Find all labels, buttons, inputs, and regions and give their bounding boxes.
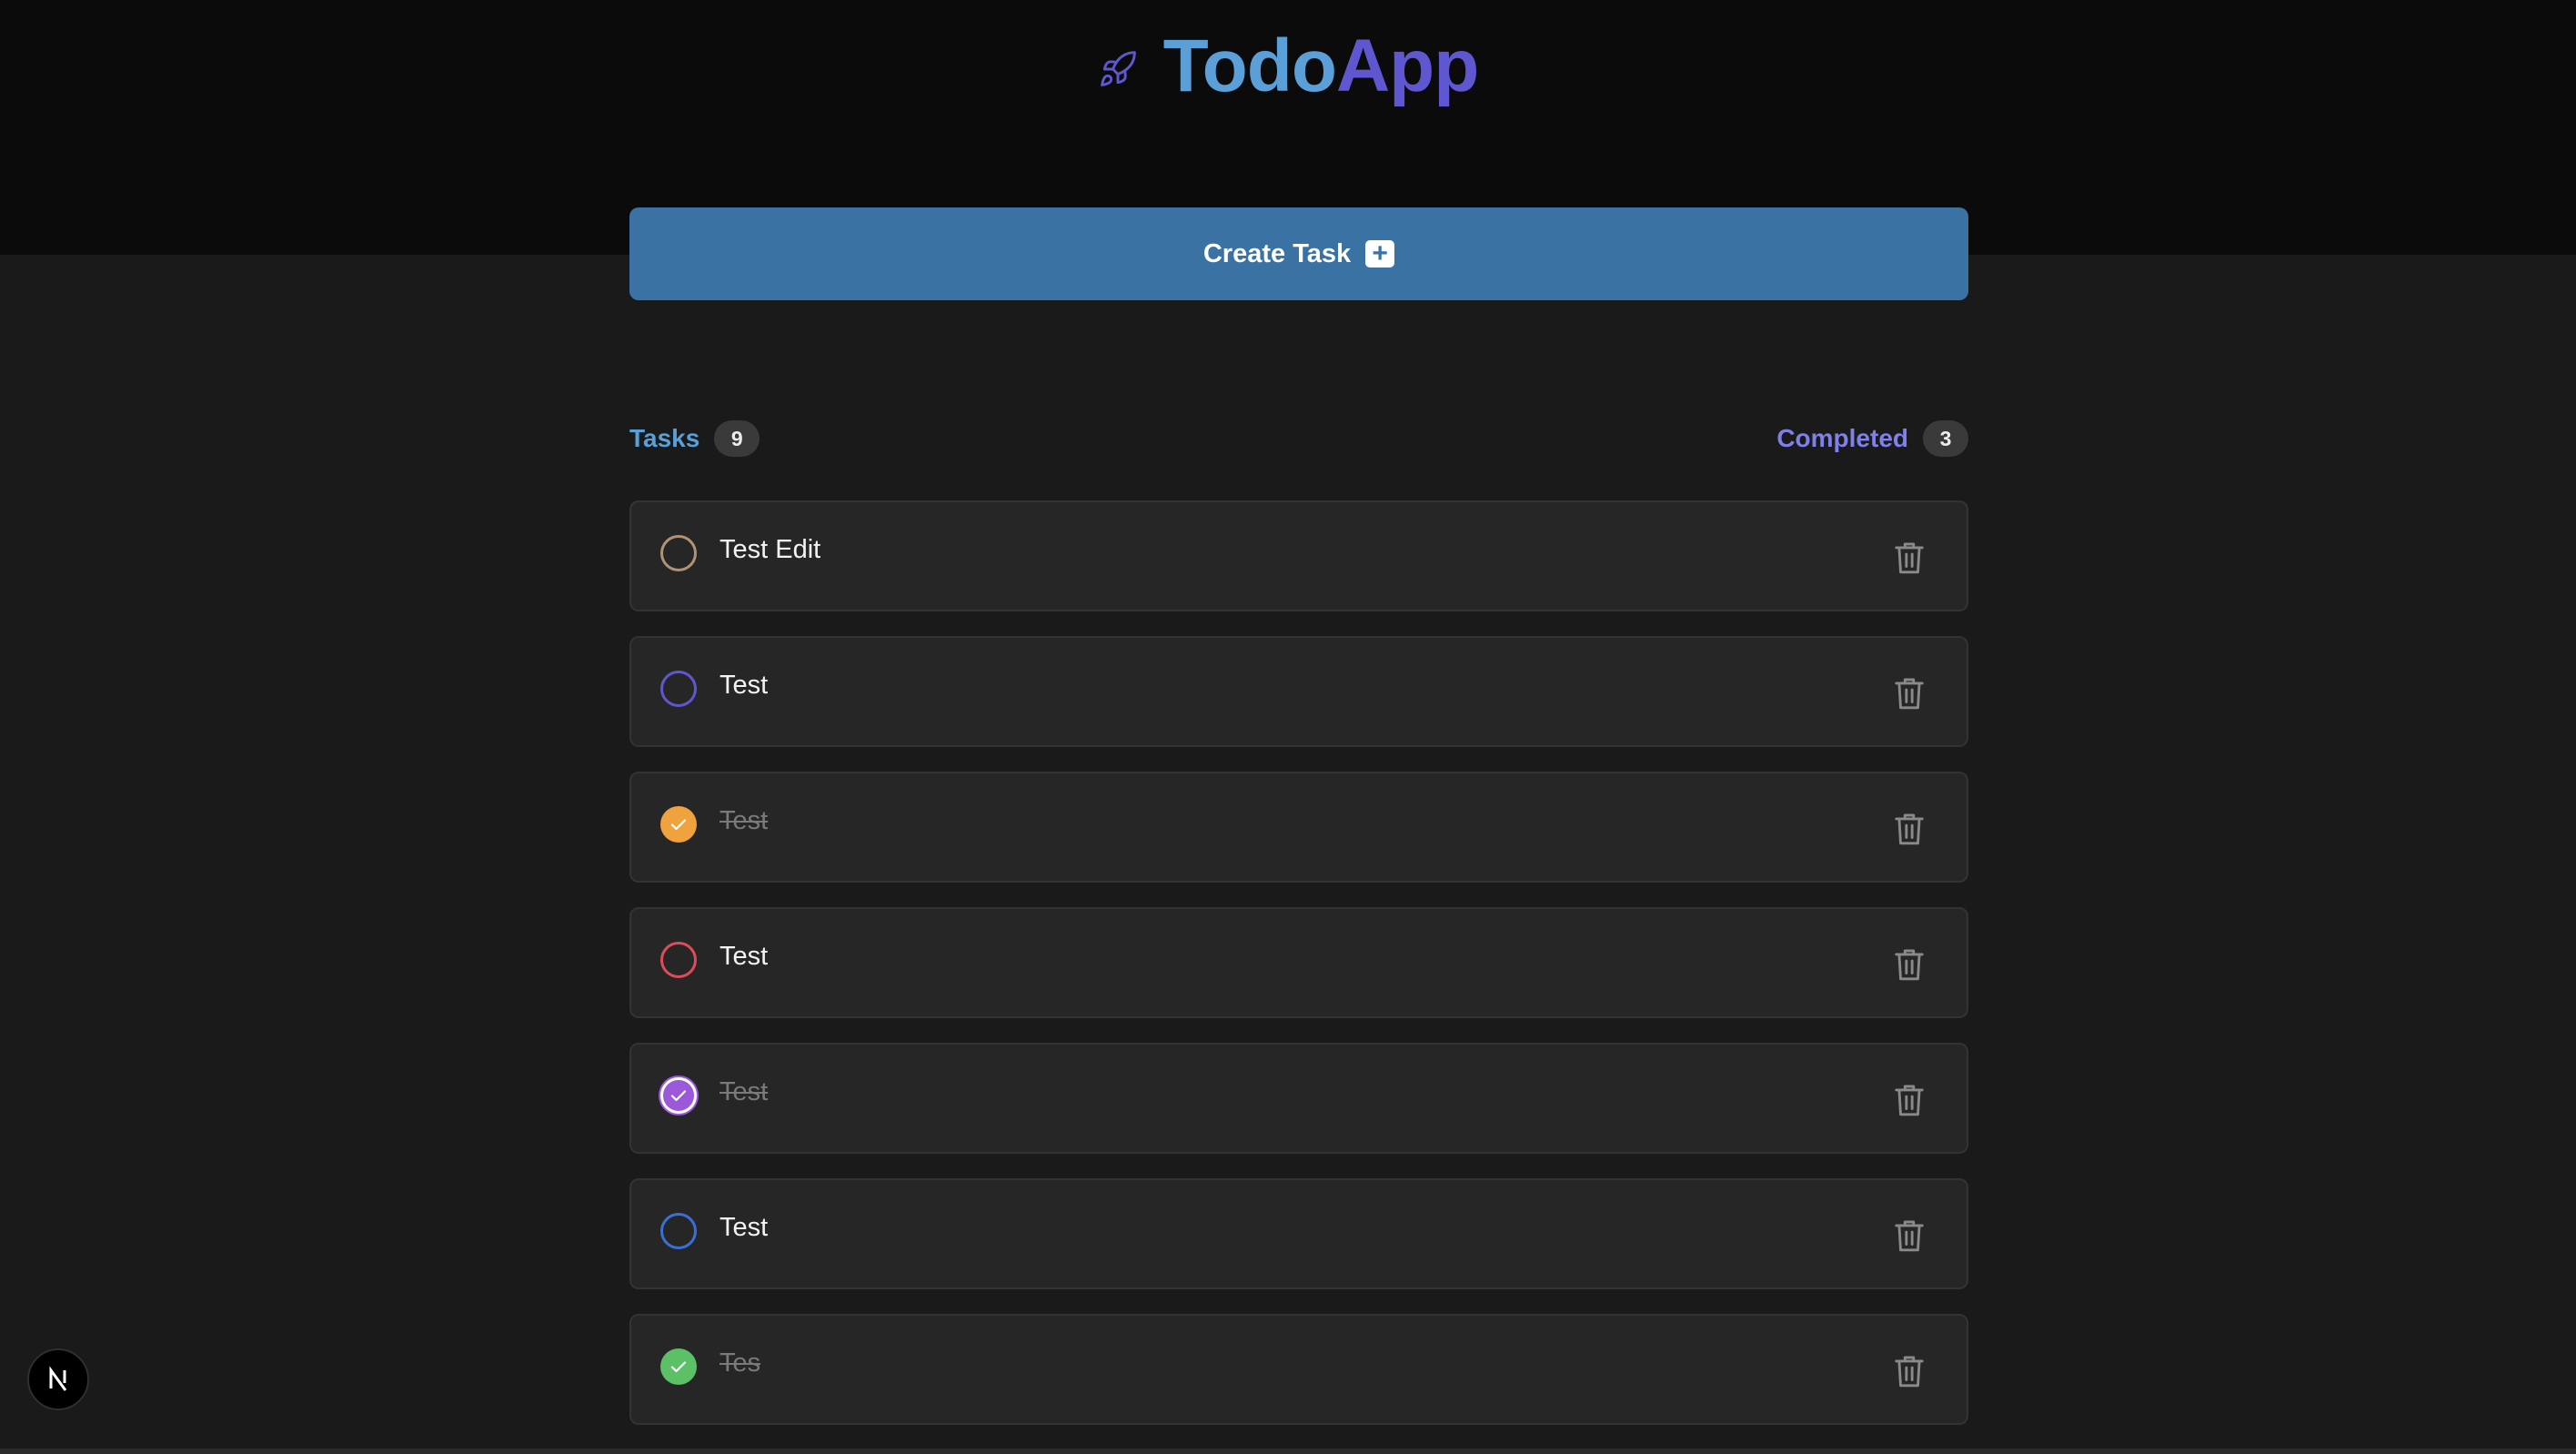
task-checkbox-icon[interactable] [660,1213,697,1249]
nextjs-logo-icon[interactable] [27,1348,89,1410]
task-item[interactable]: Test [629,907,1968,1018]
task-title: Test [719,671,769,700]
task-title: Test Edit [719,535,821,564]
task-checked-icon[interactable] [660,806,697,843]
task-title: Test [719,1077,769,1106]
delete-task-icon[interactable] [1892,674,1927,712]
task-title: Test [719,942,769,971]
delete-task-icon[interactable] [1892,1352,1927,1390]
delete-task-icon[interactable] [1892,1217,1927,1255]
task-stats: Tasks 9 Completed 3 [629,419,1968,458]
tasks-stat: Tasks 9 [629,420,760,457]
page: TodoApp Create Task + Tasks 9 Completed … [0,0,2576,1454]
task-item[interactable]: Tes [629,1314,1968,1425]
bottom-edge [0,1449,2576,1454]
app-title-app: App [1335,25,1479,107]
task-list: Test Edit Test Test Test Test Test Tes [629,500,1968,1449]
task-title: Test [719,806,769,835]
task-checkbox-icon[interactable] [660,671,697,707]
task-checkbox-icon[interactable] [660,942,697,978]
plus-square-icon: + [1365,240,1395,268]
completed-count-badge: 3 [1923,420,1968,457]
completed-stat: Completed 3 [1776,420,1968,457]
task-item[interactable]: Test [629,636,1968,747]
app-title-todo: Todo [1162,25,1337,107]
app-title: TodoApp [1162,25,1480,107]
tasks-count-badge: 9 [714,420,760,457]
delete-task-icon[interactable] [1892,945,1927,984]
delete-task-icon[interactable] [1892,539,1927,577]
create-task-label: Create Task [1202,238,1352,268]
rocket-icon [1098,49,1138,89]
task-item[interactable]: Test Edit [629,500,1968,611]
task-item[interactable]: Test [629,1043,1968,1154]
task-checked-icon[interactable] [660,1077,697,1114]
task-item[interactable]: Test [629,772,1968,883]
task-title: Test [719,1213,769,1242]
task-checked-icon[interactable] [660,1348,697,1385]
completed-label: Completed [1776,424,1908,452]
create-task-button[interactable]: Create Task + [629,207,1968,300]
brand-logo: TodoApp [0,25,2576,107]
delete-task-icon[interactable] [1892,1081,1927,1119]
task-checkbox-icon[interactable] [660,535,697,571]
tasks-label: Tasks [629,424,700,452]
task-title: Tes [719,1348,761,1378]
delete-task-icon[interactable] [1892,810,1927,848]
task-item[interactable]: Test [629,1178,1968,1289]
